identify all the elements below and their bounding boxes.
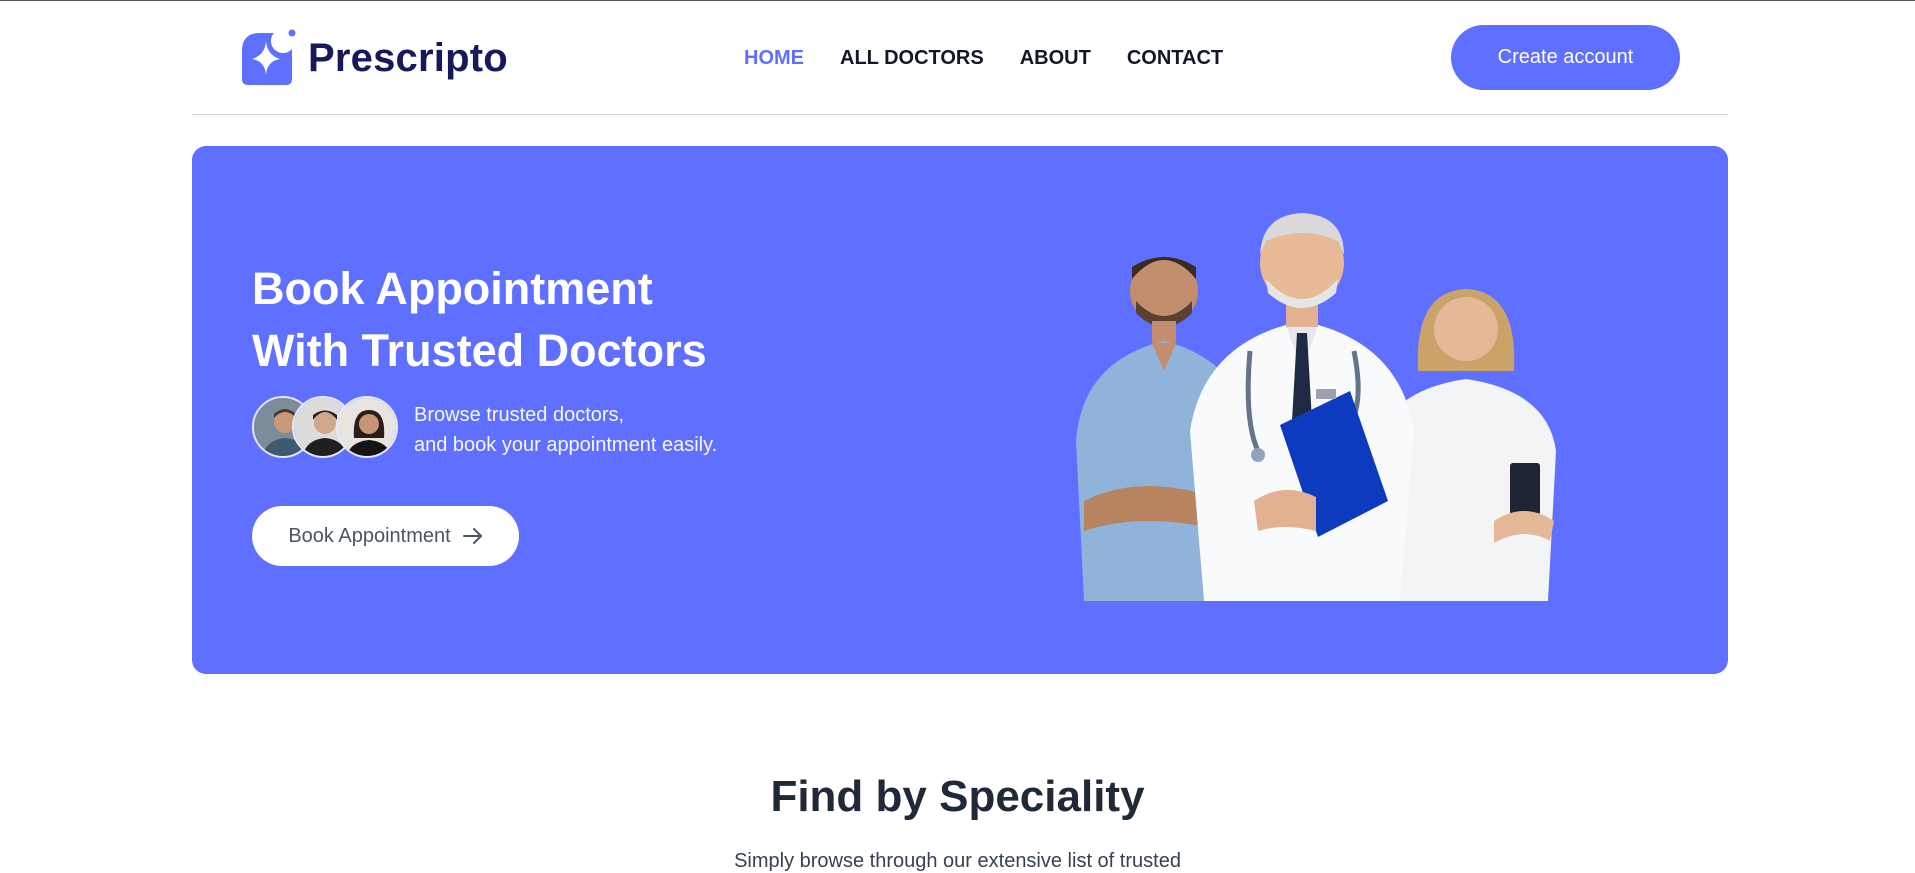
brand-logo[interactable]: Prescripto [238,29,508,87]
nav-contact[interactable]: CONTACT [1127,47,1223,70]
doctor-avatar-group [252,396,398,460]
hero-subtitle-line-2: and book your appointment easily. [414,434,718,456]
hero-subtitle-line-1: Browse trusted doctors, [414,404,625,426]
book-appointment-button[interactable]: Book Appointment [252,506,519,566]
main-nav: HOME ALL DOCTORS ABOUT CONTACT [744,47,1223,70]
hero-title-line-2: With Trusted Doctors [252,325,707,376]
create-account-button[interactable]: Create account [1451,25,1680,90]
speciality-subtitle: Simply browse through our extensive list… [734,850,1181,872]
arrow-right-icon [462,528,482,544]
hero-banner: Book Appointment With Trusted Doctors Br… [192,146,1728,674]
speciality-title: Find by Speciality [770,772,1145,821]
nav-home[interactable]: HOME [744,47,804,70]
site-header: Prescripto HOME ALL DOCTORS ABOUT CONTAC… [192,1,1728,115]
nav-all-doctors[interactable]: ALL DOCTORS [840,47,984,70]
hero-title: Book Appointment With Trusted Doctors [252,258,772,382]
nav-about[interactable]: ABOUT [1020,47,1091,70]
doctors-group-image [1076,213,1556,601]
book-appointment-label: Book Appointment [288,524,451,547]
hero-title-line-1: Book Appointment [252,263,653,314]
avatar [336,396,398,458]
hero-subtitle: Browse trusted doctors, and book your ap… [414,400,717,460]
brand-name: Prescripto [308,35,508,80]
logo-sparkle-icon [242,29,296,85]
